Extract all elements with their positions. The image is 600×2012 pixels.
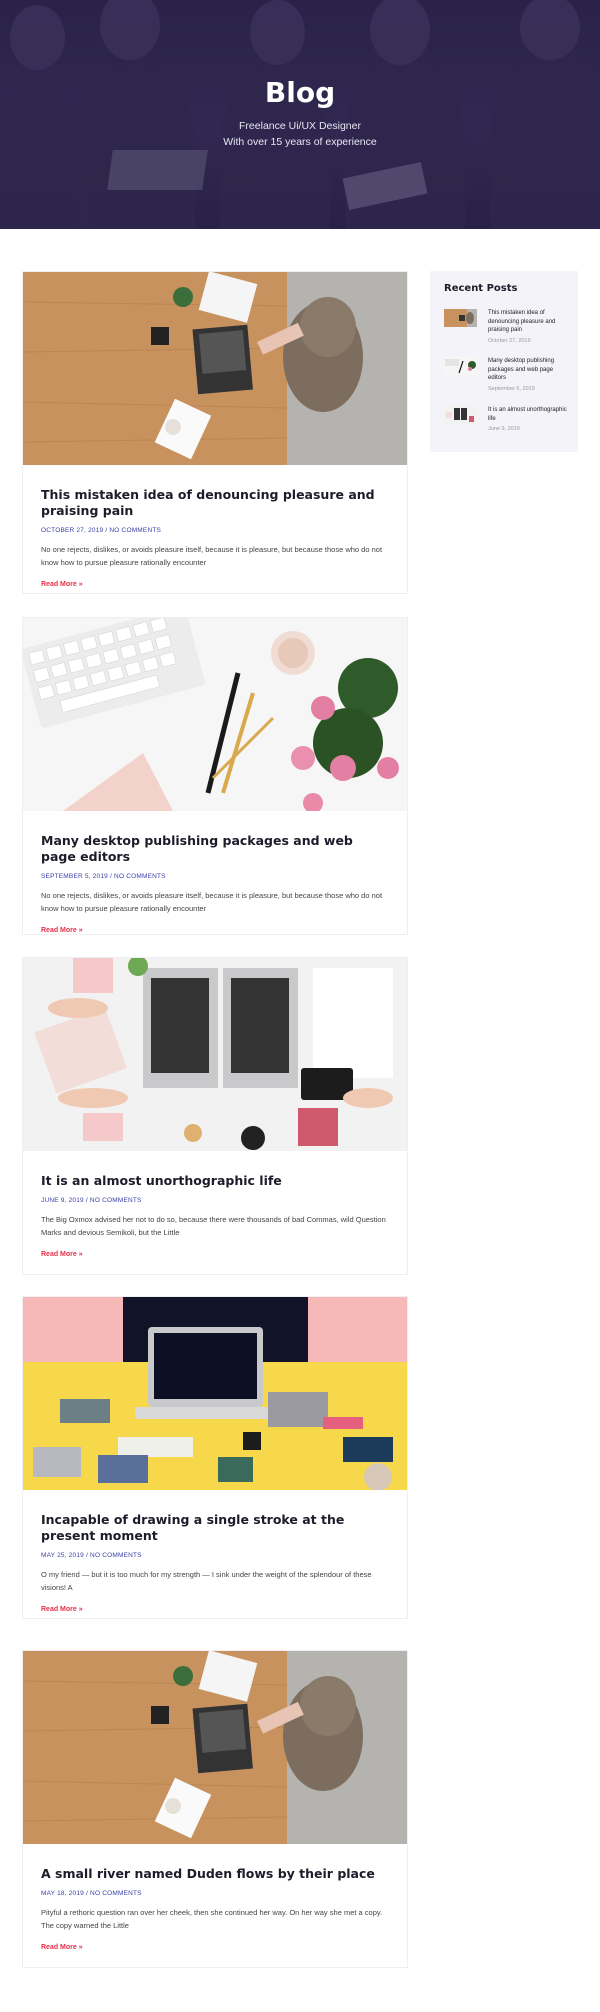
post-date[interactable]: MAY 25, 2019 [41, 1552, 84, 1559]
post-excerpt: Pityful a rethoric question ran over her… [41, 1908, 383, 1930]
post-excerpt: No one rejects, dislikes, or avoids plea… [41, 891, 383, 913]
blog-post-card: This mistaken idea of denouncing pleasur… [22, 271, 408, 594]
read-more-link[interactable]: Read More » [41, 927, 83, 934]
post-date[interactable]: SEPTEMBER 5, 2019 [41, 873, 108, 880]
post-comments-link[interactable]: NO COMMENTS [90, 1552, 142, 1559]
post-comments-link[interactable]: NO COMMENTS [109, 527, 161, 534]
blog-post-card: A small river named Duden flows by their… [22, 1650, 408, 1968]
meta-separator: / [105, 527, 108, 534]
post-title[interactable]: Many desktop publishing packages and web… [41, 833, 389, 865]
blog-post-card: It is an almost unorthographic life JUNE… [22, 957, 408, 1275]
post-comments-link[interactable]: NO COMMENTS [90, 1890, 142, 1897]
post-image[interactable] [23, 958, 407, 1151]
post-image[interactable] [23, 1297, 407, 1490]
recent-post-item[interactable]: It is an almost unorthographic life June… [444, 406, 568, 442]
recent-post-thumbnail[interactable] [444, 406, 477, 424]
post-image[interactable] [23, 1651, 407, 1844]
read-more-link[interactable]: Read More » [41, 1944, 83, 1951]
meta-separator: / [86, 1890, 89, 1897]
recent-post-thumbnail[interactable] [444, 309, 477, 327]
post-title[interactable]: This mistaken idea of denouncing pleasur… [41, 487, 389, 519]
hero-subtitle-secondary: With over 15 years of experience [223, 136, 377, 148]
post-date[interactable]: MAY 18, 2019 [41, 1890, 84, 1897]
post-meta: OCTOBER 27, 2019 / NO COMMENTS [41, 527, 389, 534]
post-meta: MAY 18, 2019 / NO COMMENTS [41, 1890, 389, 1897]
read-more-link[interactable]: Read More » [41, 581, 83, 588]
post-meta: MAY 25, 2019 / NO COMMENTS [41, 1552, 389, 1559]
recent-post-date: October 27, 2019 [488, 338, 531, 344]
post-image[interactable] [23, 618, 407, 811]
recent-posts-widget: Recent Posts This mistaken idea of denou… [430, 271, 578, 452]
post-title[interactable]: It is an almost unorthographic life [41, 1173, 389, 1189]
read-more-link[interactable]: Read More » [41, 1606, 83, 1613]
recent-post-date: June 9, 2019 [488, 426, 520, 432]
post-title[interactable]: Incapable of drawing a single stroke at … [41, 1512, 389, 1544]
post-date[interactable]: OCTOBER 27, 2019 [41, 527, 103, 534]
post-comments-link[interactable]: NO COMMENTS [90, 1197, 142, 1204]
hero-subtitle: Freelance Ui/UX Designer [239, 120, 361, 132]
recent-post-thumbnail[interactable] [444, 357, 477, 375]
meta-separator: / [86, 1552, 89, 1559]
blog-post-card: Incapable of drawing a single stroke at … [22, 1296, 408, 1619]
recent-post-title[interactable]: Many desktop publishing packages and web… [488, 357, 568, 383]
post-meta: JUNE 9, 2019 / NO COMMENTS [41, 1197, 389, 1204]
recent-post-date: September 5, 2019 [488, 386, 535, 392]
post-excerpt: No one rejects, dislikes, or avoids plea… [41, 545, 383, 567]
recent-post-item[interactable]: Many desktop publishing packages and web… [444, 357, 568, 397]
post-comments-link[interactable]: NO COMMENTS [114, 873, 166, 880]
blog-post-card: Many desktop publishing packages and web… [22, 617, 408, 935]
hero-overlay [0, 0, 600, 229]
post-excerpt: The Big Oxmox advised her not to do so, … [41, 1215, 386, 1237]
post-meta: SEPTEMBER 5, 2019 / NO COMMENTS [41, 873, 389, 880]
post-excerpt: O my friend — but it is too much for my … [41, 1570, 372, 1592]
post-title[interactable]: A small river named Duden flows by their… [41, 1866, 389, 1882]
recent-post-title[interactable]: It is an almost unorthographic life [488, 406, 568, 423]
post-date[interactable]: JUNE 9, 2019 [41, 1197, 84, 1204]
recent-post-title[interactable]: This mistaken idea of denouncing pleasur… [488, 309, 568, 335]
widget-title: Recent Posts [444, 283, 518, 294]
page-title: Blog [264, 76, 336, 109]
read-more-link[interactable]: Read More » [41, 1251, 83, 1258]
meta-separator: / [85, 1197, 88, 1204]
hero-banner: Blog Freelance Ui/UX Designer With over … [0, 0, 600, 229]
recent-post-item[interactable]: This mistaken idea of denouncing pleasur… [444, 309, 568, 349]
post-image[interactable] [23, 272, 407, 465]
meta-separator: / [110, 873, 113, 880]
